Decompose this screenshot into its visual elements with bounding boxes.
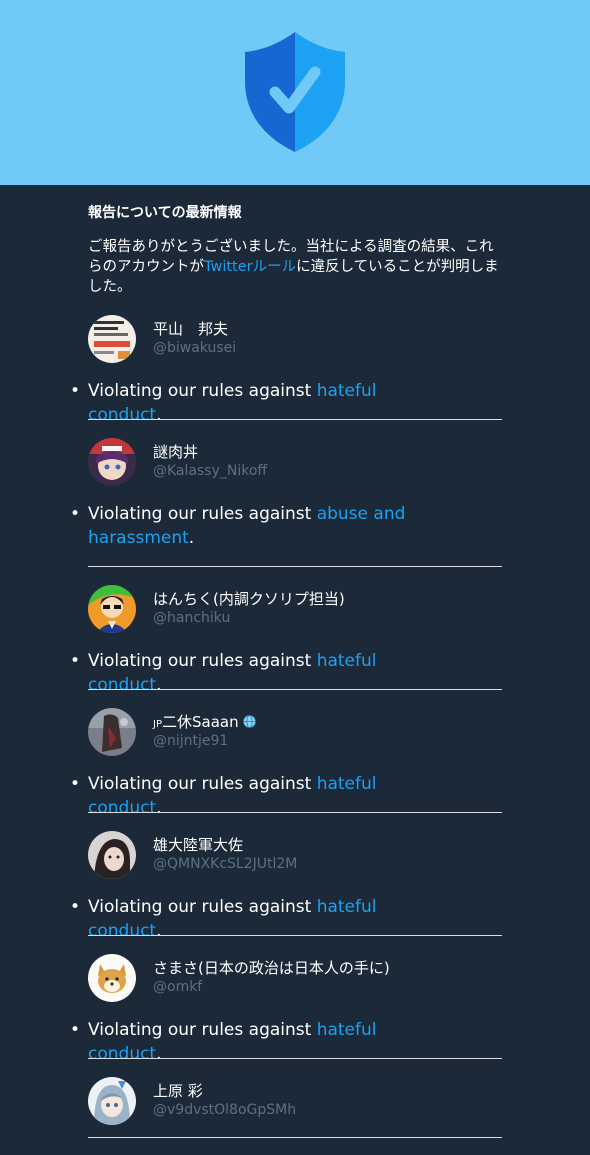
account-name[interactable]: 平山 邦夫 [153, 320, 228, 338]
account-handle[interactable]: @nijntje91 [153, 732, 228, 750]
divider [88, 935, 502, 936]
account-handle[interactable]: @biwakusei [153, 339, 236, 357]
divider [88, 1058, 502, 1059]
account-name[interactable]: 上原 彩 [153, 1082, 203, 1100]
name-prefix: JP [153, 719, 162, 730]
divider [88, 689, 502, 690]
anime-girl-avatar[interactable] [88, 438, 136, 486]
violation-prefix: Violating our rules against [88, 1020, 317, 1040]
account-name[interactable]: 謎肉丼 [153, 443, 198, 461]
account-name[interactable]: 雄大陸軍大佐 [153, 836, 243, 854]
book-cover-avatar[interactable] [88, 315, 136, 363]
portrait-avatar[interactable] [88, 831, 136, 879]
account-name[interactable]: JP二休Saaan [153, 713, 256, 734]
dark-figure-avatar[interactable] [88, 708, 136, 756]
account-handle[interactable]: @omkf [153, 978, 202, 996]
header-banner [0, 0, 590, 185]
violation-prefix: Violating our rules against [88, 504, 317, 524]
cartoon-man-avatar[interactable] [88, 585, 136, 633]
anime-character-avatar[interactable] [88, 1077, 136, 1125]
divider [88, 566, 502, 567]
account-name[interactable]: はんちく(内調クソリプ担当) [153, 590, 345, 608]
account-handle[interactable]: @Kalassy_Nikoff [153, 462, 267, 480]
account-handle[interactable]: @v9dvstOl8oGpSMh [153, 1101, 296, 1119]
account-handle[interactable]: @QMNXKcSL2JUtl2M [153, 855, 297, 873]
divider [88, 419, 502, 420]
report-intro: ご報告ありがとうございました。当社による調査の結果、これらのアカウントがTwit… [88, 237, 508, 297]
name-main: 二休Saaan [161, 713, 239, 731]
shiba-dog-avatar[interactable] [88, 954, 136, 1002]
violation-prefix: Violating our rules against [88, 774, 317, 794]
violation-prefix: Violating our rules against [88, 897, 317, 917]
shield-check-icon [245, 32, 345, 152]
divider [88, 1137, 502, 1138]
violation-prefix: Violating our rules against [88, 651, 317, 671]
account-name[interactable]: さまさ(日本の政治は日本人の手に) [153, 959, 390, 977]
report-content: 報告についての最新情報 ご報告ありがとうございました。当社による調査の結果、これ… [0, 185, 590, 1155]
page-title: 報告についての最新情報 [88, 205, 242, 221]
violation-item: • Violating our rules against abuse and … [70, 504, 406, 548]
divider [88, 812, 502, 813]
violation-prefix: Violating our rules against [88, 381, 317, 401]
globe-icon [242, 714, 256, 728]
account-handle[interactable]: @hanchiku [153, 609, 230, 627]
twitter-rules-link[interactable]: Twitterルール [204, 259, 296, 275]
